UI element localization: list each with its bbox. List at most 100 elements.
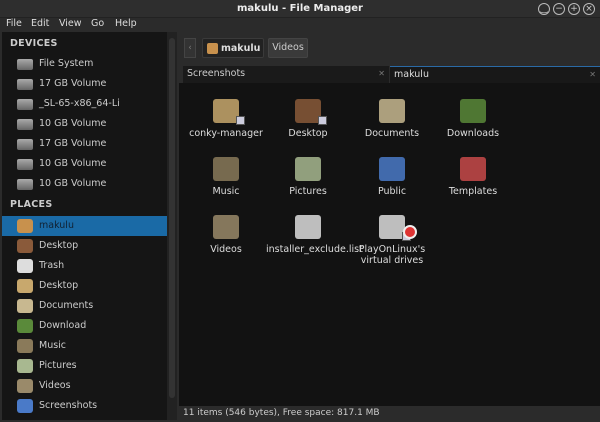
- pictures-folder-icon: [17, 359, 33, 373]
- file-item[interactable]: conky-manager: [184, 95, 268, 139]
- templates-folder-icon: [458, 153, 488, 181]
- maximize-button[interactable]: +: [568, 3, 580, 15]
- place-label: Download: [39, 320, 87, 331]
- sidebar-device[interactable]: 10 GB Volume: [2, 114, 167, 134]
- file-label: PlayOnLinux's virtual drives: [358, 244, 426, 266]
- minimize-button[interactable]: −: [553, 3, 565, 15]
- file-label: Videos: [210, 244, 242, 255]
- sidebar-scrollbar[interactable]: [167, 32, 177, 420]
- file-item[interactable]: Desktop: [266, 95, 350, 139]
- file-item[interactable]: Pictures: [266, 153, 350, 197]
- place-label: Desktop: [39, 240, 79, 251]
- device-label: 17 GB Volume: [39, 78, 107, 89]
- file-item[interactable]: Music: [184, 153, 268, 197]
- breadcrumb-makulu[interactable]: makulu: [202, 38, 264, 58]
- tab-label: Screenshots: [187, 68, 246, 79]
- sidebar-place[interactable]: Pictures: [2, 356, 167, 376]
- file-view: conky-manager Desktop Documents Downloads Mu…: [179, 83, 600, 406]
- back-button[interactable]: ‹: [184, 38, 196, 58]
- music-folder-icon: [211, 153, 241, 181]
- file-item[interactable]: Downloads: [431, 95, 515, 139]
- file-item[interactable]: Videos: [184, 211, 268, 255]
- file-item[interactable]: Public: [350, 153, 434, 197]
- home-folder-icon: [17, 219, 33, 233]
- broken-link-icon: [377, 211, 417, 241]
- sidebar-place[interactable]: makulu: [2, 216, 167, 236]
- public-folder-icon: [377, 153, 407, 181]
- close-button[interactable]: ×: [583, 3, 595, 15]
- file-item[interactable]: Documents: [350, 95, 434, 139]
- place-label: Pictures: [39, 360, 77, 371]
- title-bar: makulu - File Manager ‿ − + ×: [0, 0, 600, 18]
- place-label: Videos: [39, 380, 71, 391]
- menu-go[interactable]: Go: [91, 18, 104, 29]
- tab-screenshots[interactable]: Screenshots ✕: [183, 66, 389, 83]
- menu-view[interactable]: View: [59, 18, 82, 29]
- link-badge-icon: [236, 116, 245, 125]
- place-label: Documents: [39, 300, 94, 311]
- link-badge-icon: [318, 116, 327, 125]
- menu-file[interactable]: File: [6, 18, 22, 29]
- drive-icon: [17, 159, 33, 170]
- file-label: installer_exclude.list: [266, 244, 363, 255]
- broken-icon: [403, 225, 417, 239]
- sidebar-device[interactable]: 17 GB Volume: [2, 134, 167, 154]
- file-label: Documents: [364, 128, 420, 139]
- desktop-icon: [17, 239, 33, 253]
- file-item[interactable]: PlayOnLinux's virtual drives: [350, 211, 434, 266]
- sidebar-device[interactable]: File System: [2, 54, 167, 74]
- section-devices: DEVICES: [10, 38, 58, 49]
- device-label: 10 GB Volume: [39, 158, 107, 169]
- pictures-folder-icon: [293, 153, 323, 181]
- sidebar-place[interactable]: Desktop: [2, 276, 167, 296]
- device-label: 10 GB Volume: [39, 118, 107, 129]
- menu-help[interactable]: Help: [115, 18, 137, 29]
- sidebar: DEVICES File System 17 GB Volume _SL-65-x86…: [2, 32, 167, 420]
- device-label: 17 GB Volume: [39, 138, 107, 149]
- sidebar-place[interactable]: Videos: [2, 376, 167, 396]
- tab-label: makulu: [394, 69, 429, 80]
- window-title: makulu - File Manager: [237, 3, 363, 14]
- sidebar-device[interactable]: 10 GB Volume: [2, 154, 167, 174]
- videos-folder-icon: [17, 379, 33, 393]
- file-item[interactable]: Templates: [431, 153, 515, 197]
- file-label: Downloads: [446, 128, 500, 139]
- file-item[interactable]: installer_exclude.list: [266, 211, 363, 255]
- status-bar: 11 items (546 bytes), Free space: 817.1 …: [177, 406, 600, 420]
- drive-icon: [17, 119, 33, 130]
- file-label: Public: [377, 186, 407, 197]
- sidebar-device[interactable]: 17 GB Volume: [2, 74, 167, 94]
- documents-folder-icon: [17, 299, 33, 313]
- breadcrumb-videos[interactable]: Videos: [268, 38, 308, 58]
- drive-icon: [17, 99, 33, 110]
- shade-button[interactable]: ‿: [538, 3, 550, 15]
- trash-icon: [17, 259, 33, 273]
- close-tab-icon[interactable]: ✕: [378, 69, 385, 78]
- sidebar-place[interactable]: Screenshots: [2, 396, 167, 416]
- downloads-folder-icon: [458, 95, 488, 123]
- sidebar-place[interactable]: Download: [2, 316, 167, 336]
- section-places: PLACES: [10, 199, 53, 210]
- folder-link-icon: [211, 95, 245, 125]
- menu-edit[interactable]: Edit: [31, 18, 49, 29]
- sidebar-device[interactable]: 10 GB Volume: [2, 174, 167, 194]
- sidebar-place[interactable]: Trash: [2, 256, 167, 276]
- scrollbar-thumb[interactable]: [169, 38, 175, 398]
- file-label: Desktop: [288, 128, 328, 139]
- videos-folder-icon: [211, 211, 241, 239]
- sidebar-place[interactable]: Documents: [2, 296, 167, 316]
- file-label: Pictures: [289, 186, 327, 197]
- desktop-link-icon: [293, 95, 327, 125]
- tab-makulu[interactable]: makulu ✕: [390, 66, 600, 83]
- sidebar-place[interactable]: Desktop: [2, 236, 167, 256]
- text-file-icon: [293, 211, 323, 239]
- home-folder-icon: [207, 43, 218, 54]
- sidebar-place[interactable]: Music: [2, 336, 167, 356]
- drive-icon: [17, 59, 33, 70]
- sidebar-device[interactable]: _SL-65-x86_64-Li: [2, 94, 167, 114]
- downloads-folder-icon: [17, 319, 33, 333]
- place-label: Music: [39, 340, 67, 351]
- close-tab-icon[interactable]: ✕: [589, 70, 596, 79]
- device-label: File System: [39, 58, 94, 69]
- place-label: makulu: [39, 220, 74, 231]
